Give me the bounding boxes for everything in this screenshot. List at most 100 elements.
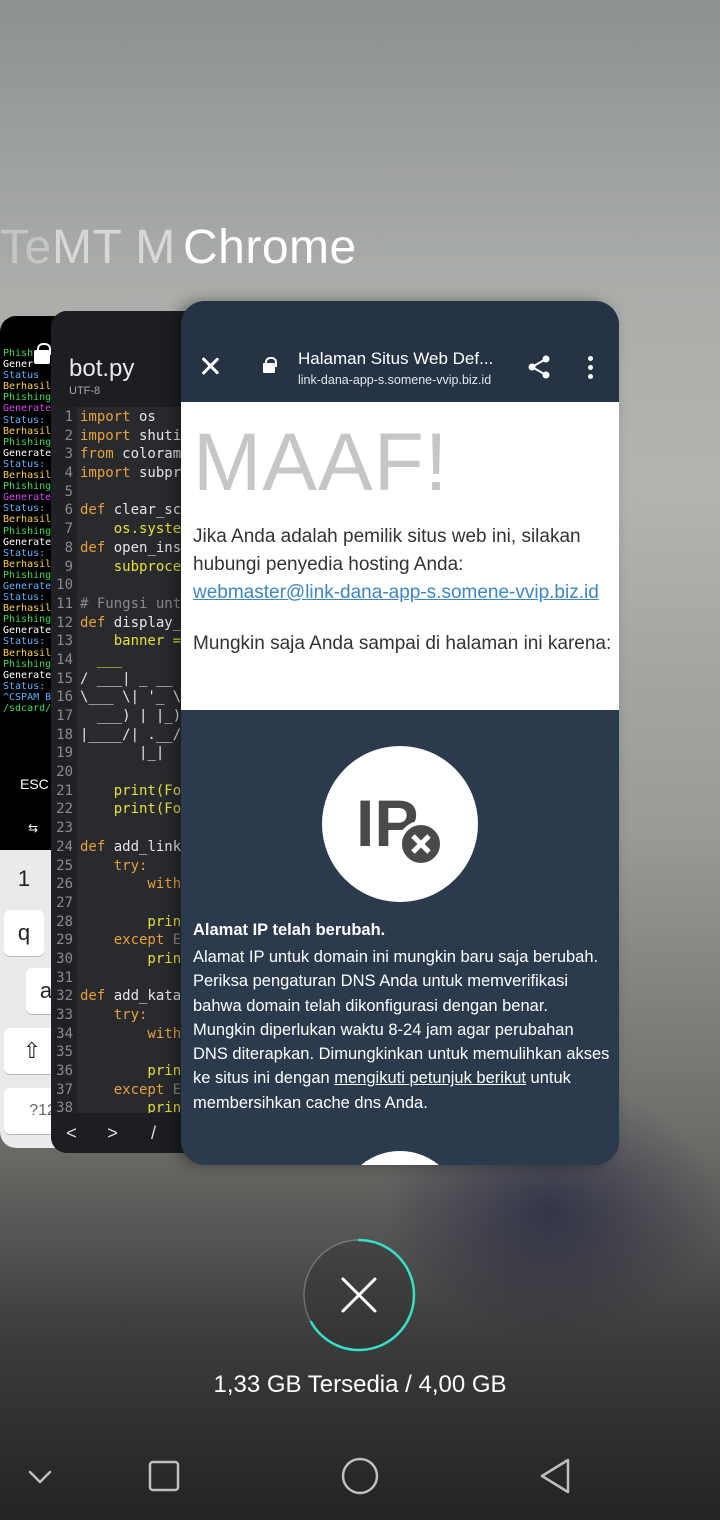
code-token: open_inst (105, 539, 190, 556)
code-token: os (130, 409, 156, 425)
line-number: 31 (56, 969, 73, 986)
terminal-line: Phishing (3, 436, 52, 448)
line-number: 20 (56, 764, 73, 781)
app-title-chrome: Chrome (183, 221, 357, 274)
hide-nav-icon[interactable] (16, 1452, 64, 1500)
code-line: 20 (51, 763, 198, 782)
terminal-line: /sdcard/ (3, 703, 52, 714)
editor-symbol-key[interactable]: > (92, 1123, 133, 1144)
webmaster-email-link[interactable]: webmaster@link-dana-app-s.somene-vvip.bi… (193, 582, 599, 603)
line-number: 37 (56, 1081, 73, 1098)
clear-all-button[interactable] (302, 1238, 416, 1352)
line-number: 12 (56, 614, 73, 631)
code-token: except (80, 932, 165, 949)
code-area: 1 import os 2 import shutil 3 from coloram 4 im… (51, 408, 198, 1118)
code-line: 2 import shutil (51, 427, 198, 446)
terminal-line: ^CSPAM B (3, 691, 52, 703)
line-number: 28 (56, 913, 73, 930)
code-line: 8 def open_inst (51, 539, 198, 558)
line-number: 30 (56, 950, 73, 967)
line-number: 14 (56, 651, 73, 668)
editor-encoding: UTF-8 (69, 385, 101, 397)
close-icon[interactable] (197, 353, 223, 379)
code-line: 15 / ___| _ __ (51, 670, 198, 689)
code-token: try: (80, 1007, 148, 1023)
code-token: import (80, 465, 131, 482)
code-line: 13 banner = (51, 632, 198, 651)
navigation-bar (0, 1430, 720, 1520)
recents-button[interactable] (140, 1452, 188, 1500)
error-heading: MAAF! (193, 417, 449, 508)
custom-tab-toolbar: Halaman Situs Web Def... link-dana-app-s… (181, 301, 619, 402)
next-reason-icon (339, 1151, 461, 1165)
code-line: 30 print( (51, 950, 198, 969)
line-number: 25 (56, 857, 73, 874)
terminal-line: Status: (3, 680, 46, 692)
line-number: 29 (56, 932, 73, 949)
reason-heading: Alamat IP telah berubah. (193, 921, 386, 939)
line-number: 2 (64, 427, 73, 444)
code-line: 9 subproces (51, 558, 198, 577)
code-token: def (80, 539, 106, 556)
code-line: 22 print(Fore (51, 800, 198, 819)
key-q: q (4, 910, 44, 956)
line-number: 22 (56, 801, 73, 818)
terminal-line: Generate (3, 625, 52, 637)
terminal-line: Generate (3, 580, 52, 592)
line-number: 4 (64, 465, 73, 482)
terminal-line: Phishing (3, 481, 52, 493)
code-line: 31 (51, 969, 198, 988)
terminal-line: Berhasil (3, 603, 52, 615)
page-title: Halaman Situs Web Def... (298, 349, 494, 368)
back-button[interactable] (532, 1452, 580, 1500)
code-token: import (80, 409, 131, 425)
editor-symbol-key[interactable]: / (133, 1123, 174, 1144)
code-line: 14 ___ (51, 651, 198, 670)
line-number: 34 (56, 1025, 73, 1042)
code-line: 21 print(Fore (51, 782, 198, 801)
code-line: 36 print( (51, 1062, 198, 1081)
code-token: try: (80, 857, 148, 874)
code-token: add_kata_ (105, 988, 190, 1005)
code-line: 27 f (51, 894, 198, 913)
esc-key: ESC (20, 776, 49, 792)
recent-app-card-chrome[interactable]: Halaman Situs Web Def... link-dana-app-s… (181, 301, 619, 1165)
more-options-icon[interactable] (585, 356, 595, 380)
code-token: / ___| _ __ (80, 670, 173, 687)
code-token: def (80, 614, 106, 631)
line-number: 8 (64, 539, 73, 556)
code-token: with (80, 876, 182, 893)
ip-changed-icon: IP (322, 746, 478, 902)
share-icon[interactable] (525, 353, 553, 381)
line-number: 27 (56, 894, 73, 911)
code-token: except (80, 1081, 165, 1098)
terminal-line: Generate (3, 536, 52, 548)
lock-icon (263, 357, 277, 373)
terminal-line: Status: (3, 458, 46, 470)
terminal-line: Generate (3, 669, 52, 681)
line-number: 35 (56, 1044, 73, 1061)
code-token: def (80, 502, 106, 519)
code-line: 33 try: (51, 1006, 198, 1025)
code-line: 24 def add_link_t (51, 838, 198, 857)
reason-body: Alamat IP untuk domain ini mungkin baru … (193, 945, 611, 1115)
line-number: 17 (56, 708, 73, 724)
terminal-line: Berhasil (3, 470, 52, 482)
code-token: os.system (80, 521, 190, 538)
code-line: 7 os.system (51, 520, 198, 539)
code-line: 23 (51, 819, 198, 838)
editor-symbol-key[interactable]: < (51, 1123, 92, 1144)
terminal-line: Berhasil (3, 558, 52, 570)
app-title-editor: MT M (52, 221, 176, 274)
line-number: 21 (56, 782, 73, 799)
terminal-line: Status (3, 370, 40, 382)
line-number: 15 (56, 670, 73, 687)
code-line: 17 ___) | |_) | (51, 707, 198, 726)
lock-icon (34, 343, 51, 364)
tab-key: ⇆ (28, 821, 39, 835)
recent-app-card-editor[interactable]: bot.py UTF-8 1 import os 2 import shutil 3 fr… (51, 311, 201, 1153)
instructions-link[interactable]: mengikuti petunjuk berikut (334, 1069, 526, 1087)
home-button[interactable] (336, 1452, 384, 1500)
code-token: subproces (80, 558, 190, 575)
terminal-output: Phish Gener Status Berhasil Phishing Generate… (3, 348, 51, 714)
